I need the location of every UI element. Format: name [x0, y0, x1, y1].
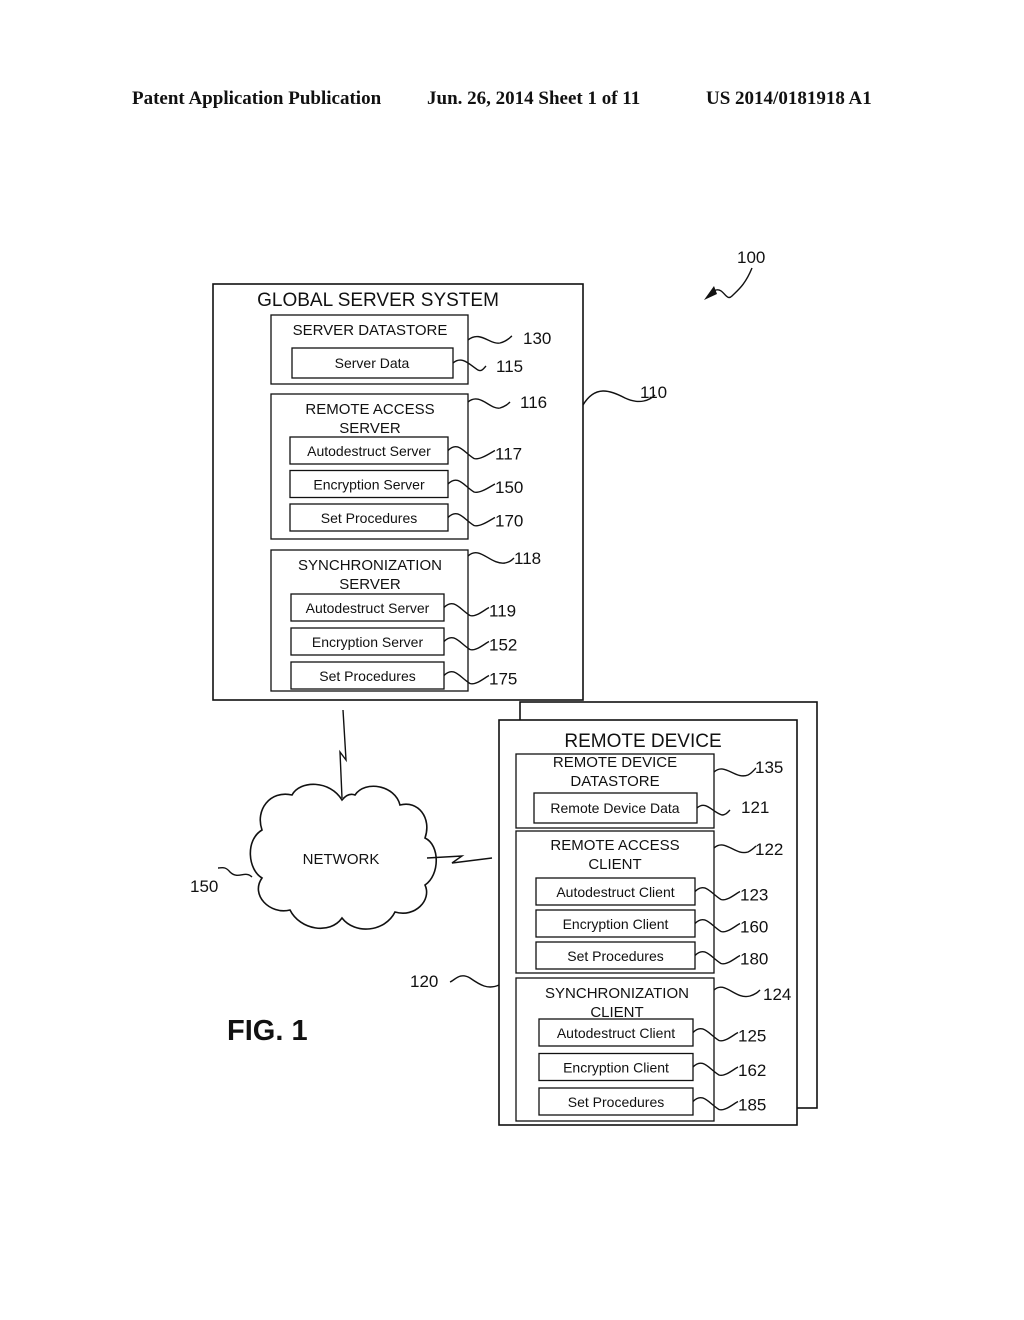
- ref-server-datastore: 130: [523, 329, 551, 348]
- remote-device-datastore-title-2: DATASTORE: [570, 773, 659, 790]
- ref-encryption-client: 160: [740, 918, 768, 937]
- sync-server-title-1: SYNCHRONIZATION: [298, 557, 442, 574]
- wireless-link-icon: [339, 709, 347, 799]
- remote-access-client-title-2: CLIENT: [588, 856, 641, 873]
- remote-access-server-title-1: REMOTE ACCESS: [305, 401, 434, 418]
- global-server-system: GLOBAL SERVER SYSTEM 110 SERVER DATASTOR…: [212, 283, 667, 701]
- ref-set-procedures: 180: [740, 950, 768, 969]
- autodestruct-client-label: Autodestruct Client: [557, 1025, 675, 1041]
- arrowhead-icon: [704, 286, 717, 300]
- ref-encryption-server: 152: [489, 636, 517, 655]
- remote-access-server-title-2: SERVER: [339, 420, 401, 437]
- ref-remote-device: 120: [410, 972, 438, 991]
- sync-client-title-1: SYNCHRONIZATION: [545, 985, 689, 1002]
- ref-set-procedures: 185: [738, 1096, 766, 1115]
- autodestruct-server-label: Autodestruct Server: [306, 600, 430, 616]
- sync-server-title-2: SERVER: [339, 576, 401, 593]
- ref-sync-client: 124: [763, 985, 791, 1004]
- ref-network: 150: [190, 877, 218, 896]
- encryption-client-label: Encryption Client: [563, 916, 669, 932]
- network-cloud: NETWORK 150: [190, 783, 437, 930]
- ref-remote-access-server: 116: [520, 393, 547, 412]
- set-procedures-label: Set Procedures: [568, 1094, 665, 1110]
- remote-device-datastore-title-1: REMOTE DEVICE: [553, 754, 677, 771]
- set-procedures-label: Set Procedures: [567, 948, 664, 964]
- network-label: NETWORK: [303, 851, 380, 868]
- ref-encryption-client: 162: [738, 1061, 766, 1080]
- figure-1-diagram: 100 GLOBAL SERVER SYSTEM 110 SERVER DATA…: [190, 248, 818, 1126]
- ref-sync-server: 118: [514, 549, 541, 568]
- ref-encryption-server: 150: [495, 478, 523, 497]
- ref-autodestruct-server: 117: [495, 445, 522, 464]
- figure-label: FIG. 1: [227, 1015, 308, 1047]
- set-procedures-label: Set Procedures: [321, 510, 418, 526]
- ref-global-server: 110: [640, 383, 667, 402]
- remote-access-client: REMOTE ACCESS CLIENT 122 Autodestruct Cl…: [515, 830, 783, 974]
- ref-set-procedures: 170: [495, 512, 523, 531]
- server-datastore-title: SERVER DATASTORE: [293, 322, 448, 339]
- ref-remote-device-data: 121: [741, 798, 769, 817]
- ref-remote-device-datastore: 135: [755, 758, 783, 777]
- set-procedures-label: Set Procedures: [319, 668, 416, 684]
- remote-access-client-title-1: REMOTE ACCESS: [550, 837, 679, 854]
- ref-server-data: 115: [496, 357, 523, 376]
- encryption-server-label: Encryption Server: [312, 634, 424, 650]
- remote-device-data-label: Remote Device Data: [550, 800, 679, 816]
- global-server-title: GLOBAL SERVER SYSTEM: [257, 290, 499, 311]
- ref-remote-access-client: 122: [755, 840, 783, 859]
- remote-device-title: REMOTE DEVICE: [564, 731, 721, 752]
- encryption-client-label: Encryption Client: [563, 1060, 669, 1076]
- remote-device: REMOTE DEVICE 120 REMOTE DEVICE DATASTOR…: [410, 701, 818, 1126]
- ref-autodestruct-client: 125: [738, 1027, 766, 1046]
- ref-autodestruct-server: 119: [489, 602, 516, 621]
- autodestruct-client-label: Autodestruct Client: [556, 884, 674, 900]
- server-data-label: Server Data: [335, 355, 410, 371]
- ref-set-procedures: 175: [489, 670, 517, 689]
- encryption-server-label: Encryption Server: [313, 477, 425, 493]
- ref-system: 100: [737, 248, 765, 267]
- autodestruct-server-label: Autodestruct Server: [307, 443, 431, 459]
- ref-autodestruct-client: 123: [740, 886, 768, 905]
